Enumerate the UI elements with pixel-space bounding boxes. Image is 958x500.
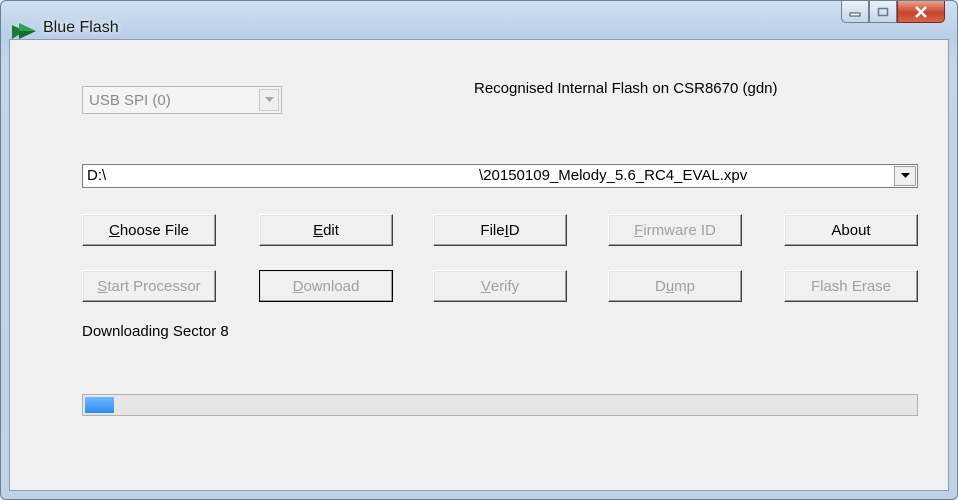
file-path-name: \20150109_Melody_5.6_RC4_EVAL.xpv <box>479 167 748 184</box>
device-select-value: USB SPI (0) <box>89 92 171 109</box>
close-icon <box>915 5 927 18</box>
client-area: USB SPI (0) Recognised Internal Flash on… <box>9 39 949 491</box>
close-button[interactable] <box>897 1 945 23</box>
file-path-select[interactable]: D:\ \20150109_Melody_5.6_RC4_EVAL.xpv <box>82 164 918 188</box>
recognised-flash-text: Recognised Internal Flash on CSR8670 (gd… <box>474 80 778 97</box>
window-title: Blue Flash <box>43 19 119 36</box>
edit-button[interactable]: Edit <box>259 214 393 246</box>
device-select[interactable]: USB SPI (0) <box>82 86 282 114</box>
maximize-button[interactable] <box>869 1 897 23</box>
download-button[interactable]: Download <box>259 270 393 302</box>
device-dropdown-arrow[interactable] <box>259 89 279 111</box>
file-path-dropdown-arrow[interactable] <box>894 166 916 186</box>
chevron-down-icon <box>264 97 274 102</box>
flash-erase-button[interactable]: Flash Erase <box>784 270 918 302</box>
maximize-icon <box>877 7 889 16</box>
download-status-text: Downloading Sector 8 <box>82 323 229 340</box>
blue-flash-app-icon <box>12 23 36 39</box>
progress-fill <box>85 397 114 413</box>
dump-button[interactable]: Du mp <box>608 270 742 302</box>
caption-buttons <box>841 1 945 23</box>
about-button[interactable]: About <box>784 214 918 246</box>
firmware-id-button[interactable]: Firmware ID <box>608 214 742 246</box>
file-path-drive: D:\ <box>87 167 107 184</box>
app-window: Blue Flash USB SPI (0) Recognised Intern… <box>0 0 958 500</box>
choose-file-button[interactable]: Choose File <box>82 214 216 246</box>
download-progress-bar <box>82 394 918 416</box>
verify-button[interactable]: Verify <box>433 270 567 302</box>
minimize-button[interactable] <box>841 1 869 23</box>
file-id-button[interactable]: File ID <box>433 214 567 246</box>
start-processor-button[interactable]: Start Processor <box>82 270 216 302</box>
minimize-icon <box>849 12 861 16</box>
chevron-down-icon <box>900 173 910 178</box>
